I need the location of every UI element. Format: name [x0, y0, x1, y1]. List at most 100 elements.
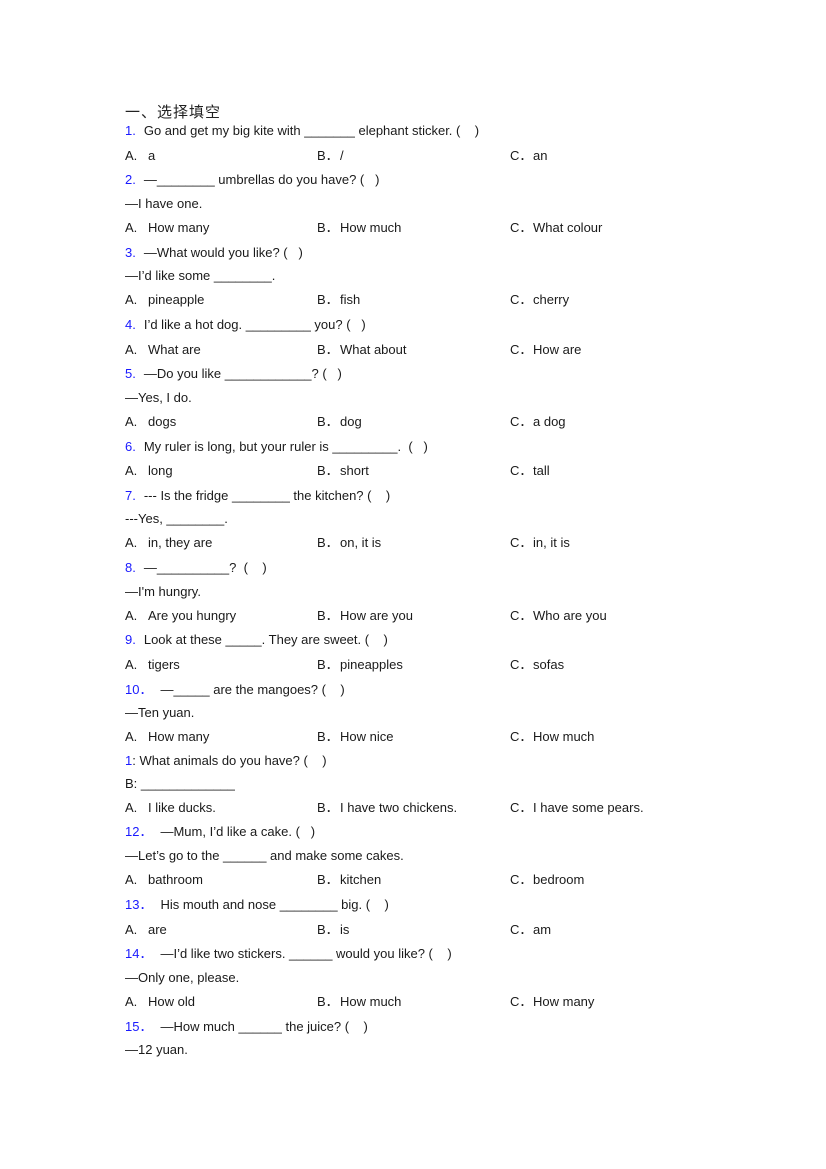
option-letter: B． [317, 292, 339, 307]
option-letter: C． [510, 535, 533, 550]
option-letter: C． [510, 729, 533, 744]
option-letter: B． [317, 872, 339, 887]
option-letter: B． [317, 535, 339, 550]
option-a[interactable]: A. What are [125, 340, 201, 360]
option-a[interactable]: A. a [125, 146, 155, 166]
question-number: 9. [125, 632, 136, 647]
option-b[interactable]: B．How are you [317, 606, 413, 626]
question-stem: 1: What animals do you have? ( ) [125, 751, 327, 771]
option-text: pineapple [148, 292, 205, 307]
option-letter: C． [510, 994, 533, 1009]
option-text: dog [340, 414, 362, 429]
option-c[interactable]: C．How many [510, 992, 594, 1012]
option-b[interactable]: B．What about [317, 340, 407, 360]
option-c[interactable]: C．bedroom [510, 870, 584, 890]
option-letter: A. [125, 729, 138, 744]
option-letter: A. [125, 872, 138, 887]
question-text: Look at these _____. They are sweet. ( ) [143, 632, 388, 647]
option-c[interactable]: C．How are [510, 340, 581, 360]
option-text: How much [533, 729, 595, 744]
option-c[interactable]: C．cherry [510, 290, 569, 310]
question-text: --- Is the fridge ________ the kitchen? … [143, 488, 391, 503]
option-b[interactable]: B．dog [317, 412, 362, 432]
question-stem: 10． —_____ are the mangoes? ( ) [125, 680, 345, 700]
option-c[interactable]: C．How much [510, 727, 594, 747]
option-b[interactable]: B．short [317, 461, 369, 481]
option-a[interactable]: A. tigers [125, 655, 180, 675]
question-stem: 12． —Mum, I’d like a cake. ( ) [125, 822, 315, 842]
option-a[interactable]: A. How old [125, 992, 195, 1012]
question-number: 5. [125, 366, 136, 381]
option-b[interactable]: B．How much [317, 218, 401, 238]
option-b[interactable]: B．How nice [317, 727, 393, 747]
option-b[interactable]: B．pineapples [317, 655, 403, 675]
option-a[interactable]: A. How many [125, 727, 209, 747]
question-dialogue-line: —I’d like some ________. [125, 268, 276, 283]
question-number: 4. [125, 317, 136, 332]
question-dialogue-line: —12 yuan. [125, 1042, 188, 1057]
question-number: 13． [125, 897, 153, 912]
option-c[interactable]: C．tall [510, 461, 550, 481]
option-a[interactable]: A. dogs [125, 412, 176, 432]
question-number: 7. [125, 488, 136, 503]
option-c[interactable]: C．Who are you [510, 606, 607, 626]
option-a[interactable]: A. I like ducks. [125, 798, 216, 818]
option-text: are [148, 922, 167, 937]
option-a[interactable]: A. pineapple [125, 290, 204, 310]
option-letter: C． [510, 148, 533, 163]
option-text: sofas [533, 657, 565, 672]
option-b[interactable]: B．How much [317, 992, 401, 1012]
option-text: pineapples [340, 657, 403, 672]
option-c[interactable]: C．sofas [510, 655, 564, 675]
option-a[interactable]: A. Are you hungry [125, 606, 236, 626]
option-text: I have some pears. [533, 800, 644, 815]
option-text: How much [340, 994, 402, 1009]
option-a[interactable]: A. How many [125, 218, 209, 238]
option-b[interactable]: B．/ [317, 146, 344, 166]
option-b[interactable]: B．I have two chickens. [317, 798, 457, 818]
option-c[interactable]: C．I have some pears. [510, 798, 644, 818]
option-b[interactable]: B．is [317, 920, 349, 940]
question-stem: 13． His mouth and nose ________ big. ( ) [125, 895, 389, 915]
option-text: How many [148, 729, 210, 744]
option-text: bedroom [533, 872, 585, 887]
option-c[interactable]: C．What colour [510, 218, 602, 238]
option-a[interactable]: A. in, they are [125, 533, 212, 553]
question-dialogue-line: —Let’s go to the ______ and make some ca… [125, 848, 404, 863]
question-stem: 5. —Do you like ____________? ( ) [125, 364, 342, 384]
option-letter: B． [317, 608, 339, 623]
option-c[interactable]: C．am [510, 920, 551, 940]
question-number: 8. [125, 560, 136, 575]
question-text: —What would you like? ( ) [143, 245, 303, 260]
question-dialogue-line: B: _____________ [125, 776, 235, 791]
question-text: —________ umbrellas do you have? ( ) [143, 172, 380, 187]
option-letter: C． [510, 922, 533, 937]
question-text: —How much ______ the juice? ( ) [160, 1019, 368, 1034]
option-text: I have two chickens. [340, 800, 458, 815]
option-letter: A. [125, 220, 138, 235]
option-b[interactable]: B．fish [317, 290, 360, 310]
question-stem: 1. Go and get my big kite with _______ el… [125, 121, 479, 141]
option-letter: C． [510, 220, 533, 235]
option-b[interactable]: B．on, it is [317, 533, 381, 553]
option-text: How are [533, 342, 582, 357]
option-a[interactable]: A. long [125, 461, 173, 481]
option-letter: B． [317, 800, 339, 815]
option-text: dogs [148, 414, 177, 429]
question-stem: 6. My ruler is long, but your ruler is __… [125, 437, 428, 457]
option-c[interactable]: C．in, it is [510, 533, 570, 553]
option-c[interactable]: C．an [510, 146, 547, 166]
option-c[interactable]: C．a dog [510, 412, 566, 432]
option-letter: A. [125, 414, 138, 429]
option-letter: C． [510, 800, 533, 815]
option-b[interactable]: B．kitchen [317, 870, 381, 890]
question-stem: 9. Look at these _____. They are sweet. (… [125, 630, 388, 650]
question-number: 10． [125, 682, 153, 697]
option-a[interactable]: A. bathroom [125, 870, 203, 890]
option-text: on, it is [340, 535, 382, 550]
option-letter: C． [510, 414, 533, 429]
option-a[interactable]: A. are [125, 920, 167, 940]
option-letter: A. [125, 463, 138, 478]
option-letter: A. [125, 535, 138, 550]
option-letter: B． [317, 148, 339, 163]
